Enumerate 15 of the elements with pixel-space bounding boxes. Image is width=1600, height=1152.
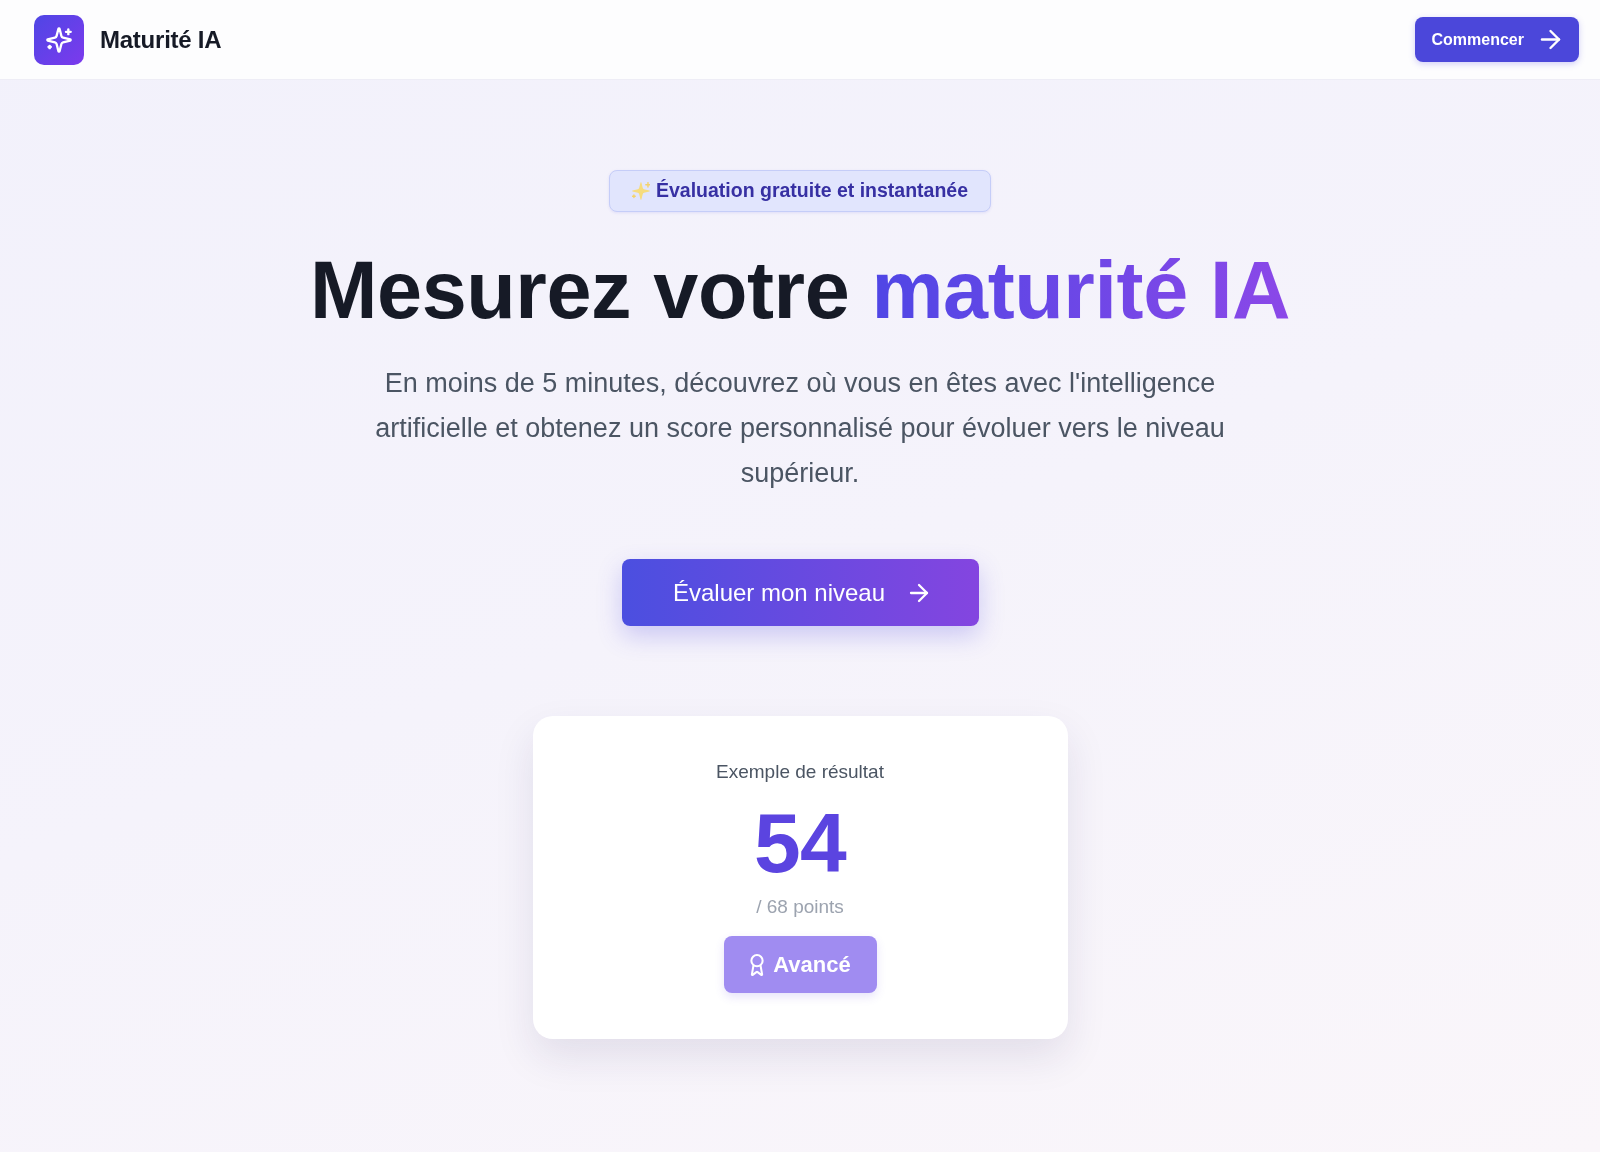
- tier-label: Avancé: [773, 951, 851, 980]
- arrow-right-icon: [911, 584, 928, 601]
- hero-subtitle: En moins de 5 minutes, découvrez où vous en êtes avec l'intelligence artificielle et obtenez un score personnalisé pour évoluer vers le niveau supérieur.: [374, 367, 1226, 491]
- hero-title: Mesurez votre maturité IA: [309, 246, 1291, 336]
- brand-name[interactable]: Maturité IA: [100, 21, 222, 58]
- start-button[interactable]: Commencer: [1414, 17, 1579, 62]
- arrow-right-icon: [1542, 31, 1559, 48]
- score-total: / 68 points: [756, 894, 844, 919]
- promo-text: Évaluation gratuite et instantanée: [655, 178, 969, 204]
- evaluate-button[interactable]: Évaluer mon niveau: [621, 559, 979, 627]
- score-value: 54: [754, 800, 846, 885]
- sparkles-icon: [34, 14, 84, 65]
- award-ribbon-icon: [749, 953, 766, 976]
- sparkles-icon: [631, 182, 650, 200]
- result-label: Exemple de résultat: [716, 760, 884, 785]
